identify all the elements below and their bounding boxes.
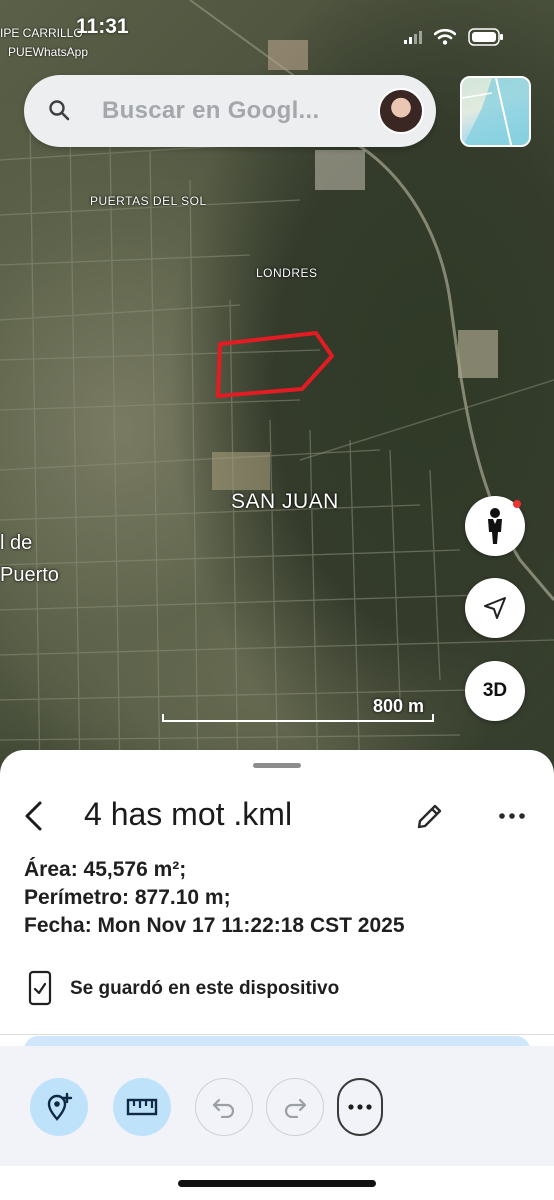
map-scale-bar: 800 m (162, 694, 434, 722)
status-bar: IPE CARRILLO 11:31 PUEWhatsApp (0, 0, 554, 60)
3d-label: 3D (482, 680, 508, 701)
status-subtitle: IPE CARRILLO (0, 26, 83, 40)
pencil-icon[interactable] (414, 800, 446, 832)
more-horizontal-icon[interactable] (496, 804, 528, 828)
status-icons (404, 28, 504, 46)
map-label-puertas-del-sol: PUERTAS DEL SOL (90, 194, 207, 208)
map-label-londres: LONDRES (256, 266, 318, 280)
redo-icon (284, 1098, 307, 1118)
notification-dot (513, 500, 521, 508)
cellular-signal-icon (404, 31, 422, 44)
avatar[interactable] (378, 88, 424, 134)
undo-button[interactable] (195, 1078, 253, 1136)
my-location-button[interactable] (465, 578, 525, 638)
measure-button[interactable] (113, 1078, 171, 1136)
date-info: Fecha: Mon Nov 17 11:22:18 CST 2025 (24, 914, 405, 937)
add-place-icon (47, 1092, 73, 1121)
area-info: Área: 45,576 m²; (24, 858, 187, 881)
home-indicator[interactable] (178, 1180, 376, 1187)
divider (0, 1034, 554, 1035)
navigation-arrow-icon (484, 597, 506, 619)
undo-icon (212, 1098, 235, 1118)
3d-view-button[interactable]: 3D (465, 661, 525, 721)
sheet-title: 4 has mot .kml (84, 796, 293, 832)
status-back-app[interactable]: PUEWhatsApp (8, 45, 88, 59)
back-arrow-icon[interactable] (20, 799, 48, 833)
search-icon[interactable] (48, 99, 70, 121)
search-input[interactable]: Buscar en Googl... (102, 97, 319, 125)
scale-line (162, 714, 434, 722)
perimeter-info: Perímetro: 877.10 m; (24, 886, 231, 909)
redo-button[interactable] (266, 1078, 324, 1136)
status-time: 11:31 (76, 15, 129, 38)
map-label-edge-bottom: Puerto (0, 564, 59, 586)
pegman-icon (488, 508, 502, 544)
map-label-san-juan: SAN JUAN (231, 490, 339, 513)
map-layers-button[interactable] (460, 76, 531, 147)
sheet-drag-handle[interactable] (253, 763, 301, 768)
toolbar-more-button[interactable] (337, 1078, 383, 1136)
ruler-icon (126, 1098, 158, 1116)
phone-check-icon (28, 970, 52, 1006)
kml-polygon-outline[interactable] (216, 331, 334, 398)
satellite-map[interactable]: PUERTAS DEL SOL LONDRES SAN JUAN l de Pu… (0, 0, 554, 780)
add-place-button[interactable] (30, 1078, 88, 1136)
map-label-edge-top: l de (0, 532, 33, 554)
more-horizontal-icon (348, 1104, 372, 1110)
battery-icon (468, 28, 503, 46)
map-thumbnail-icon (462, 78, 529, 145)
street-view-button[interactable] (465, 496, 525, 556)
wifi-icon (434, 29, 456, 45)
saved-status: Se guardó en este dispositivo (70, 978, 340, 999)
